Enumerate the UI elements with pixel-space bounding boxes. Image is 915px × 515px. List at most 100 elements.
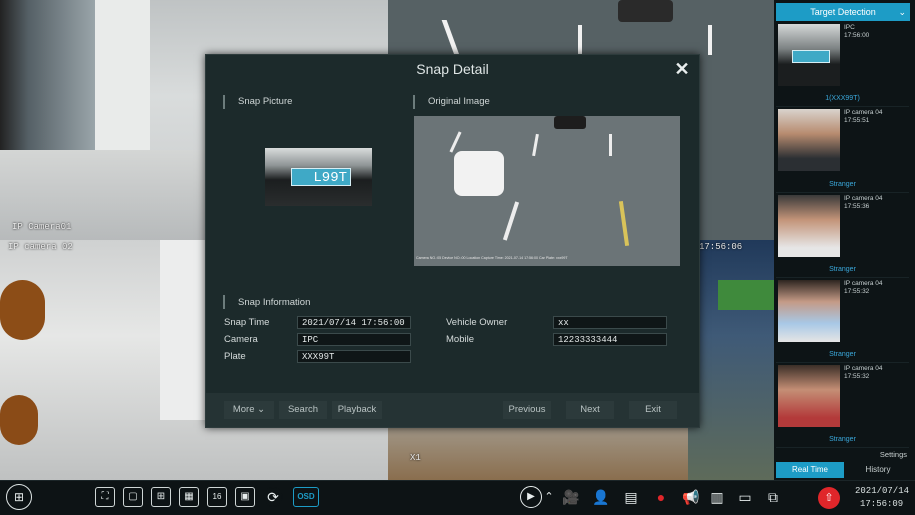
dialog-footer: More ⌄ Search Playback Previous Next Exi… <box>206 393 699 427</box>
snap-time-field: 2021/07/14 17:56:00 <box>297 316 411 329</box>
item-source: IP camera 04 <box>844 365 883 372</box>
monitor-icon[interactable]: ▭ <box>734 487 756 507</box>
license-plate <box>792 50 830 63</box>
disk-icon[interactable]: ▥ <box>706 487 728 507</box>
item-caption: Stranger <box>829 351 856 358</box>
lane-line-yellow <box>618 200 630 247</box>
item-info: IPC 17:56:00 <box>844 24 869 40</box>
chevron-up-icon[interactable]: ⌃ <box>542 487 556 507</box>
exit-button[interactable]: Exit <box>629 401 677 419</box>
car <box>554 116 586 129</box>
face-thumbnail <box>778 109 840 171</box>
item-source: IP camera 04 <box>844 195 883 202</box>
field-label: Vehicle Owner <box>446 317 508 328</box>
cloud-upload-icon[interactable]: ⇧ <box>818 487 840 509</box>
detection-item[interactable]: IPC 17:56:00 1(XXX99T) <box>776 22 909 107</box>
play-icon[interactable]: ▶ <box>520 486 542 508</box>
face-thumbnail <box>778 280 840 342</box>
next-button[interactable]: Next <box>566 401 614 419</box>
camera-label: 17:56:06 <box>699 242 743 252</box>
original-image[interactable]: Camera NO.:05 Device NO.:00 Location Cap… <box>414 116 680 266</box>
building <box>688 240 774 480</box>
item-info: IP camera 04 17:55:32 <box>844 280 883 296</box>
layout-1-icon[interactable]: ▢ <box>123 487 143 507</box>
snap-info-title: Snap Information <box>238 297 311 308</box>
layout-4-icon[interactable]: ⊞ <box>151 487 171 507</box>
road-line <box>441 20 460 55</box>
lawn <box>718 280 774 310</box>
record-camera-icon[interactable]: 🎥 <box>560 487 582 507</box>
chair <box>0 280 45 340</box>
snap-picture-title: Snap Picture <box>238 96 293 107</box>
snapshot-list-icon[interactable]: ▤ <box>620 487 642 507</box>
field-label: Mobile <box>446 334 474 345</box>
osd-button[interactable]: OSD <box>293 487 319 507</box>
road-line <box>609 134 612 156</box>
cycle-icon[interactable]: ⟳ <box>263 487 283 507</box>
item-info: IP camera 04 17:55:36 <box>844 195 883 211</box>
camera-field: IPC <box>297 333 411 346</box>
layout-16-icon[interactable]: 16 <box>207 487 227 507</box>
clock-date: 2021/07/14 <box>855 486 910 496</box>
item-source: IP camera 04 <box>844 280 883 287</box>
previous-button[interactable]: Previous <box>503 401 551 419</box>
chevron-down-icon: ⌄ <box>257 404 266 415</box>
close-icon[interactable]: ✕ <box>673 60 691 78</box>
detection-item[interactable]: IP camera 04 17:55:32 Stranger <box>776 278 909 363</box>
face-thumbnail <box>778 365 840 427</box>
fullscreen-icon[interactable]: ⛶ <box>95 487 115 507</box>
search-button[interactable]: Search <box>279 401 327 419</box>
dialog-title: Snap Detail <box>416 61 489 77</box>
detection-item[interactable]: IP camera 04 17:55:51 Stranger <box>776 107 909 193</box>
more-label: More <box>232 404 255 415</box>
road-line <box>708 25 712 55</box>
column <box>95 0 150 150</box>
detection-item[interactable]: IP camera 04 17:55:32 Stranger <box>776 363 909 448</box>
item-time: 17:55:51 <box>844 117 870 124</box>
item-time: 17:55:32 <box>844 373 870 380</box>
chevron-down-icon: ⌄ <box>898 7 906 17</box>
playback-button[interactable]: Playback <box>332 401 382 419</box>
plate-thumbnail <box>778 24 840 86</box>
detection-item[interactable]: IP camera 04 17:55:36 Stranger <box>776 193 909 278</box>
audio-icon[interactable]: 📢 <box>680 487 702 507</box>
car <box>454 151 504 196</box>
tab-history[interactable]: History <box>844 462 912 478</box>
item-caption: Stranger <box>829 181 856 188</box>
more-button[interactable]: More ⌄ <box>224 401 274 419</box>
start-menu-icon[interactable]: ⊞ <box>6 484 32 510</box>
layout-9-icon[interactable]: ▦ <box>179 487 199 507</box>
item-time: 17:55:36 <box>844 203 870 210</box>
snap-detail-dialog: Snap Detail ✕ Snap Picture Original Imag… <box>205 54 700 428</box>
alarm-icon[interactable]: ● <box>650 487 672 507</box>
target-detection-panel: Target Detection ⌄ IPC 17:56:00 1(XXX99T) … <box>774 0 915 480</box>
road-line <box>502 201 520 241</box>
face-thumbnail <box>778 195 840 257</box>
road-line <box>578 25 582 55</box>
panel-header[interactable]: Target Detection ⌄ <box>776 3 910 21</box>
vehicle-owner-field: xx <box>553 316 667 329</box>
custom-layout-icon[interactable]: ▣ <box>235 487 255 507</box>
panel-header-label: Target Detection <box>810 7 876 17</box>
road-line <box>532 133 539 157</box>
camera-label: IP Camera01 <box>12 222 72 232</box>
clock-time: 17:56:09 <box>860 499 904 509</box>
section-marker <box>223 295 225 309</box>
multi-screen-icon[interactable]: ⧉ <box>762 487 784 507</box>
snap-picture[interactable]: L99T <box>265 148 372 206</box>
settings-link[interactable]: Settings <box>880 450 907 459</box>
field-label: Camera <box>224 334 258 345</box>
road-line <box>449 131 462 153</box>
item-caption: Stranger <box>829 436 856 443</box>
camera-label: IP camera 02 <box>8 242 73 252</box>
original-image-title: Original Image <box>428 96 490 107</box>
face-detection-icon[interactable]: 👤 <box>590 487 612 507</box>
tab-real-time[interactable]: Real Time <box>776 462 844 478</box>
section-marker <box>413 95 415 109</box>
item-caption: 1(XXX99T) <box>825 95 860 102</box>
item-caption: Stranger <box>829 266 856 273</box>
car <box>618 0 673 22</box>
item-time: 17:56:00 <box>844 32 870 39</box>
image-caption: Camera NO.:05 Device NO.:00 Location Cap… <box>416 256 568 260</box>
item-time: 17:55:32 <box>844 288 870 295</box>
